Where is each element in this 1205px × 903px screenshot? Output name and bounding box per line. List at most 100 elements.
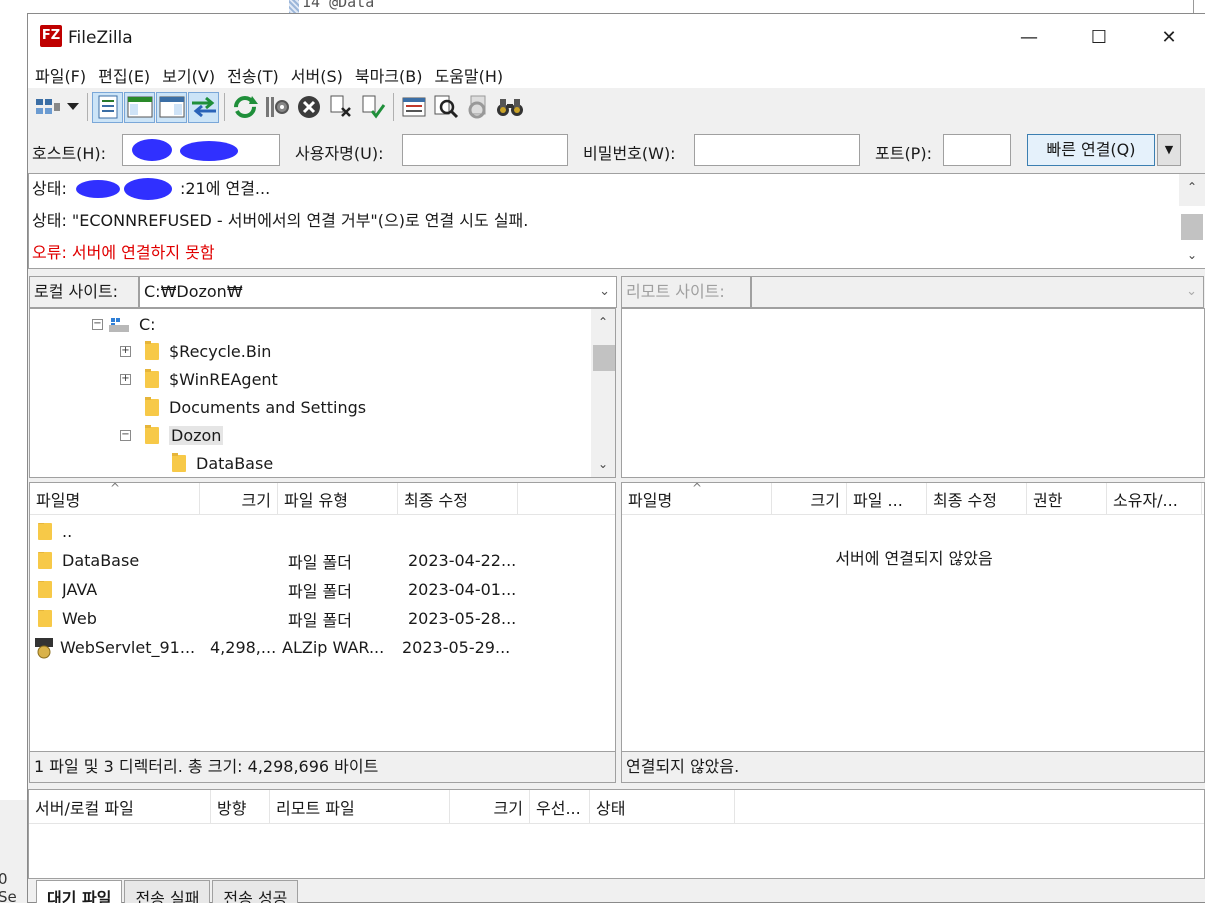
tree-label: DataBase	[196, 454, 274, 473]
local-path-combobox[interactable]: C:₩Dozon₩ ⌄	[139, 276, 617, 308]
redacted-host	[72, 177, 180, 200]
sort-ascending-icon: ^	[692, 481, 703, 495]
tree-node-dozon[interactable]: − Dozon	[120, 425, 224, 445]
remote-tree-toggle-icon[interactable]	[156, 91, 187, 123]
local-tree-toggle-icon[interactable]	[124, 91, 155, 123]
remote-path-combobox[interactable]: ⌄	[751, 276, 1204, 308]
quickconnect-button[interactable]: 빠른 연결(Q)	[1027, 134, 1155, 166]
file-name: ..	[62, 522, 73, 541]
tab-successful-transfers[interactable]: 전송 성공	[212, 880, 299, 903]
message-log-toggle-icon[interactable]	[92, 91, 123, 123]
menu-view[interactable]: 보기(V)	[159, 60, 221, 88]
collapse-icon[interactable]: −	[120, 430, 131, 441]
column-header-type[interactable]: 파일 유형	[278, 483, 398, 514]
column-header-size[interactable]: 크기	[450, 790, 530, 823]
cancel-icon[interactable]	[293, 92, 324, 123]
tree-node-winreagent[interactable]: + $WinREAgent	[120, 369, 278, 389]
host-label: 호스트(H):	[32, 144, 107, 163]
remote-site-label: 리모트 사이트:	[621, 276, 751, 308]
column-header-status[interactable]: 상태	[590, 790, 735, 823]
file-row[interactable]: Web 파일 폴더 2023-05-28...	[38, 604, 528, 633]
column-header-modified[interactable]: 최종 수정	[398, 483, 518, 514]
menu-file[interactable]: 파일(F)	[32, 60, 92, 88]
folder-icon	[38, 552, 52, 569]
disconnect-icon[interactable]	[325, 92, 356, 123]
close-button[interactable]: ✕	[1134, 14, 1204, 60]
tree-label: $WinREAgent	[169, 370, 278, 389]
tree-node-recycle-bin[interactable]: + $Recycle.Bin	[120, 341, 272, 361]
log-suffix: :21에 연결...	[179, 179, 271, 198]
binoculars-icon[interactable]	[494, 92, 525, 123]
directory-listing-filter-icon[interactable]	[398, 92, 429, 123]
column-header-size[interactable]: 크기	[772, 483, 847, 514]
scroll-thumb[interactable]	[593, 345, 615, 371]
editor-code-line: 14 @Data	[302, 0, 375, 11]
column-header-type[interactable]: 파일 ...	[847, 483, 927, 514]
site-manager-icon[interactable]	[32, 92, 63, 123]
tree-node-documents-settings[interactable]: Documents and Settings	[145, 397, 367, 417]
tree-label: $Recycle.Bin	[169, 342, 272, 361]
column-header-permissions[interactable]: 권한	[1027, 483, 1107, 514]
menu-edit[interactable]: 편집(E)	[95, 60, 156, 88]
file-row-parent[interactable]: ..	[38, 517, 72, 546]
file-row[interactable]: JAVA 파일 폴더 2023-04-01...	[38, 575, 528, 604]
scroll-up-icon[interactable]: ⌃	[1179, 176, 1205, 198]
expand-icon[interactable]: +	[120, 346, 131, 357]
column-header-owner[interactable]: 소유자/...	[1107, 483, 1202, 514]
local-file-list: 파일명 크기 파일 유형 최종 수정 ^ .. DataBase 파일 폴더 2…	[29, 481, 616, 752]
reconnect-icon[interactable]	[357, 92, 388, 123]
port-input[interactable]	[943, 134, 1011, 166]
password-input[interactable]	[694, 134, 860, 166]
file-type: ALZip WAR...	[282, 638, 385, 657]
folder-icon	[38, 523, 52, 540]
column-header-modified[interactable]: 최종 수정	[927, 483, 1027, 514]
tree-label: Documents and Settings	[169, 398, 367, 417]
menu-help[interactable]: 도움말(H)	[431, 60, 509, 88]
expand-icon[interactable]: +	[120, 374, 131, 385]
title-bar[interactable]: FZ FileZilla — ☐ ✕	[28, 14, 1205, 60]
scroll-down-icon[interactable]: ⌄	[591, 453, 615, 475]
minimize-button[interactable]: —	[994, 14, 1064, 60]
chevron-down-icon[interactable]: ⌄	[599, 277, 610, 307]
transfer-queue: 서버/로컬 파일 방향 리모트 파일 크기 우선... 상태	[28, 789, 1205, 879]
column-header-remote-file[interactable]: 리모트 파일	[270, 790, 450, 823]
process-queue-icon[interactable]	[261, 92, 292, 123]
tab-queued-files[interactable]: 대기 파일	[36, 880, 123, 903]
menu-bookmarks[interactable]: 북마크(B)	[352, 60, 429, 88]
file-size: 4,298,...	[210, 638, 277, 657]
refresh-icon[interactable]	[229, 92, 260, 123]
quickconnect-history-dropdown[interactable]: ▼	[1157, 134, 1181, 166]
maximize-button[interactable]: ☐	[1064, 14, 1134, 60]
filezilla-icon: FZ	[40, 25, 62, 47]
tree-node-database[interactable]: DataBase	[172, 453, 274, 473]
menu-server[interactable]: 서버(S)	[288, 60, 349, 88]
local-status-bar: 1 파일 및 3 디렉터리. 총 크기: 4,298,696 바이트	[29, 751, 616, 783]
username-input[interactable]	[402, 134, 568, 166]
search-icon[interactable]	[430, 92, 461, 123]
file-row[interactable]: DataBase 파일 폴더 2023-04-22...	[38, 546, 528, 575]
column-header-server-local[interactable]: 서버/로컬 파일	[29, 790, 211, 823]
file-row[interactable]: WebServlet_91... 4,298,... ALZip WAR... …	[34, 633, 522, 662]
local-tree-scrollbar[interactable]: ⌃ ⌄	[591, 309, 615, 477]
chevron-down-icon[interactable]: ⌄	[1186, 277, 1197, 307]
sync-browse-icon[interactable]	[462, 92, 493, 123]
file-modified: 2023-04-22...	[408, 551, 517, 570]
collapse-icon[interactable]: −	[92, 319, 103, 330]
chevron-down-icon[interactable]	[64, 92, 82, 123]
scroll-up-icon[interactable]: ⌃	[591, 311, 615, 333]
redaction-mark	[75, 179, 120, 198]
scroll-down-icon[interactable]: ⌄	[1179, 244, 1205, 266]
filezilla-window: FZ FileZilla — ☐ ✕ 파일(F) 편집(E) 보기(V) 전송(…	[27, 13, 1205, 903]
scroll-thumb[interactable]	[1181, 214, 1203, 240]
column-header-direction[interactable]: 방향	[211, 790, 270, 823]
menu-transfer[interactable]: 전송(T)	[224, 60, 285, 88]
transfer-queue-toggle-icon[interactable]	[188, 91, 219, 123]
tree-node-c-drive[interactable]: − C:	[92, 315, 156, 334]
log-scrollbar[interactable]: ⌃ ⌄	[1179, 174, 1205, 262]
local-site-bar: 로컬 사이트: C:₩Dozon₩ ⌄	[29, 276, 617, 308]
column-header-size[interactable]: 크기	[200, 483, 278, 514]
remote-status-bar: 연결되지 않았음.	[621, 751, 1205, 783]
column-header-priority[interactable]: 우선...	[530, 790, 590, 823]
host-field[interactable]	[122, 134, 280, 166]
tab-failed-transfers[interactable]: 전송 실패	[124, 880, 211, 903]
